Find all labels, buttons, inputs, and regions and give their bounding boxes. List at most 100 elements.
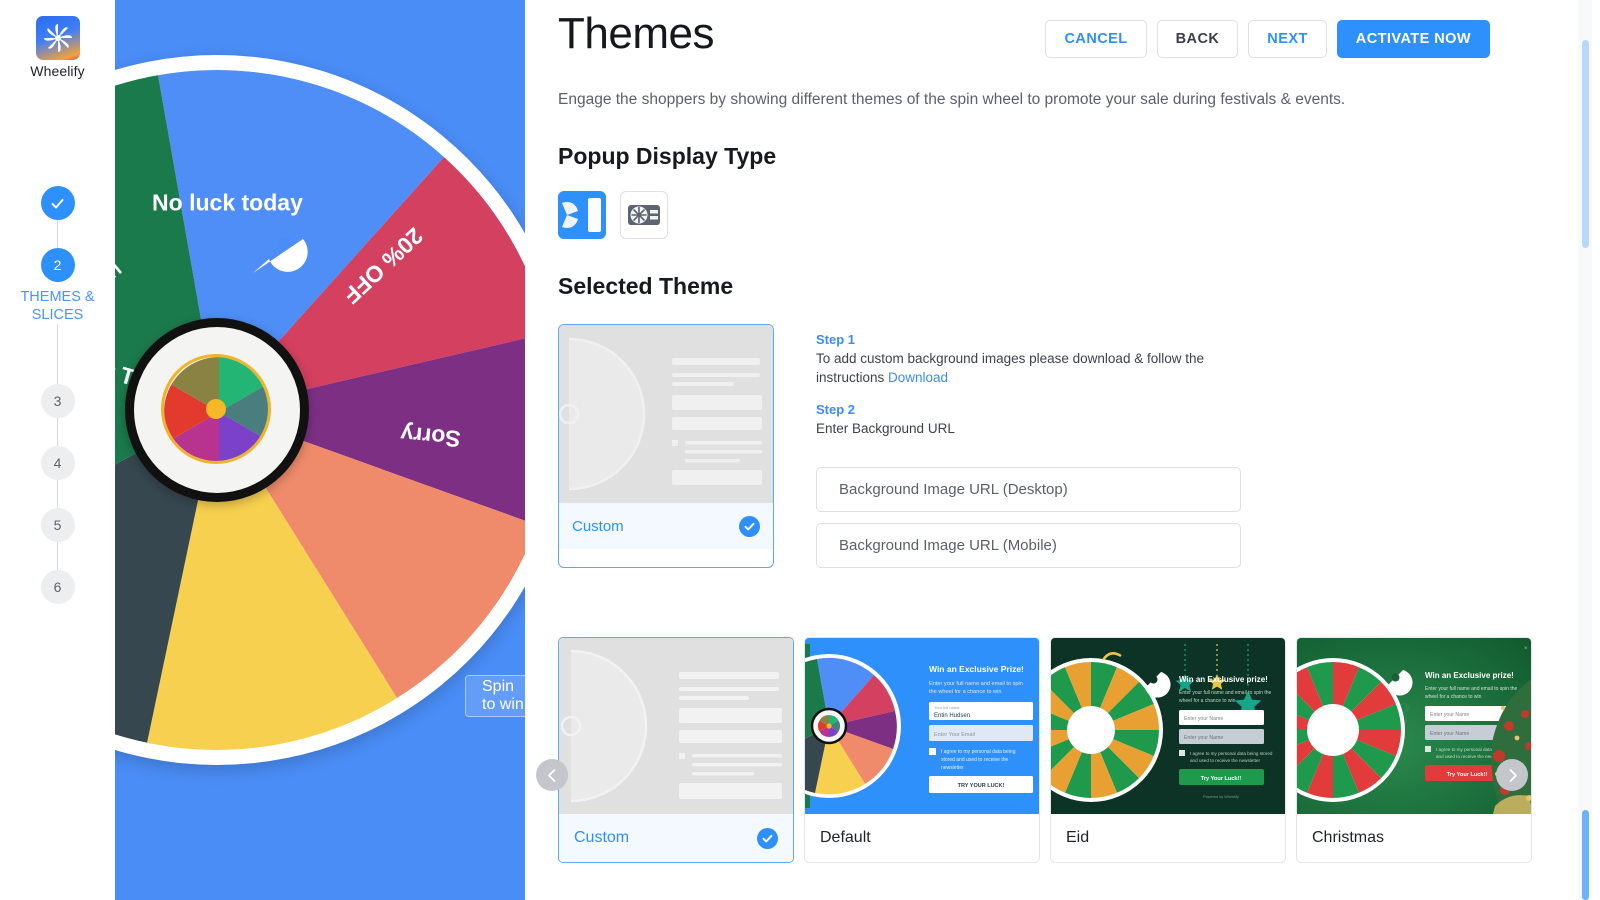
slice-label-4: Sorry xyxy=(399,421,461,452)
selected-theme-row: Custom Step 1 To add custom background i… xyxy=(558,324,1600,569)
wheel-pointer-icon xyxy=(247,217,309,279)
popup-display-type-title: Popup Display Type xyxy=(558,143,777,169)
stepper-step-1[interactable] xyxy=(40,186,75,220)
stepper-connector xyxy=(57,324,58,385)
header-actions: CANCEL BACK NEXT ACTIVATE NOW xyxy=(1045,6,1490,58)
svg-text:Powered by Wheelify: Powered by Wheelify xyxy=(1203,795,1239,799)
svg-text:Win an Exclusive prize!: Win an Exclusive prize! xyxy=(1179,675,1268,684)
svg-text:Enter your Name: Enter your Name xyxy=(1430,712,1469,718)
background-url-desktop-input[interactable] xyxy=(816,467,1241,513)
stepper-step-5[interactable]: 5 xyxy=(40,508,75,543)
carousel-card-label: Custom xyxy=(574,829,630,846)
carousel-card-default[interactable]: Win an Exclusive Prize! Enter your full … xyxy=(804,637,1040,863)
carousel-thumbnail-custom xyxy=(559,638,793,814)
svg-text:wheel for a chance to win: wheel for a chance to win xyxy=(1425,694,1482,700)
left-rail: Wheelify 2 THEMES & SLICES 3 4 5 6 xyxy=(0,0,115,900)
carousel-card-custom[interactable]: Custom xyxy=(558,637,794,863)
theme-card-footer: Custom xyxy=(559,503,773,549)
svg-text:Enter your full name and email: Enter your full name and email to spin t… xyxy=(1179,690,1271,696)
svg-text:Try Your Luck!!: Try Your Luck!! xyxy=(1447,772,1488,778)
carousel-card-footer: Christmas xyxy=(1297,814,1531,862)
main-content: Themes CANCEL BACK NEXT ACTIVATE NOW Eng… xyxy=(525,0,1600,900)
svg-text:TRY YOUR LUCK!: TRY YOUR LUCK! xyxy=(958,783,1005,789)
theme-thumbnail-custom xyxy=(559,325,773,503)
theme-card-label: Custom xyxy=(572,517,624,535)
spin-to-win-button[interactable]: Spin to win xyxy=(465,675,525,717)
carousel-card-footer: Eid xyxy=(1051,814,1285,862)
custom-theme-instructions: Step 1 To add custom background images p… xyxy=(816,324,1246,569)
background-url-inputs xyxy=(816,456,1246,569)
svg-text:Try Your Luck!!: Try Your Luck!! xyxy=(1201,776,1242,782)
carousel-card-christmas[interactable]: Me ist xyxy=(1296,637,1532,863)
spin-to-win-label: Spin to win xyxy=(482,678,524,713)
svg-text:and used to receive the newsle: and used to receive the newsletter xyxy=(1190,758,1260,763)
download-link[interactable]: Download xyxy=(888,370,948,385)
svg-text:stored and used to receive the: stored and used to receive the xyxy=(941,757,1008,763)
stepper-step-5-number: 5 xyxy=(53,517,62,534)
brand-name: Wheelify xyxy=(30,63,85,79)
stepper-step-6[interactable]: 6 xyxy=(40,570,75,605)
stepper-connector xyxy=(57,542,58,571)
wheel-hub-center-dot xyxy=(206,399,226,419)
chevron-right-icon[interactable] xyxy=(1496,759,1528,791)
carousel-card-label: Christmas xyxy=(1312,829,1385,846)
stepper-step-4-number: 4 xyxy=(53,455,62,472)
selected-theme-title: Selected Theme xyxy=(558,273,734,299)
svg-text:Enter your Name: Enter your Name xyxy=(1430,731,1469,737)
step-2-heading: Step 2 xyxy=(816,401,856,417)
step-1-body: To add custom background images please d… xyxy=(816,349,1246,388)
svg-text:wheel for a chance to win: wheel for a chance to win xyxy=(1179,698,1236,704)
chevron-left-icon[interactable] xyxy=(536,759,568,791)
themes-page: Wheelify 2 THEMES & SLICES 3 4 5 6 Next … xyxy=(0,0,1600,900)
svg-text:Win an Exclusive prize!: Win an Exclusive prize! xyxy=(1425,671,1514,680)
svg-text:Enter your Name: Enter your Name xyxy=(1184,735,1223,741)
svg-text:Enter Your Email: Enter Your Email xyxy=(934,732,975,738)
carousel-card-label: Eid xyxy=(1066,829,1090,846)
selected-theme-card-custom[interactable]: Custom xyxy=(558,324,774,569)
stepper-step-2[interactable]: 2 xyxy=(40,248,75,282)
step-1-heading: Step 1 xyxy=(816,332,856,347)
carousel-card-eid[interactable]: Win an Exclusive prize! Enter your full … xyxy=(1050,637,1286,863)
carousel-card-footer: Default xyxy=(805,814,1039,862)
next-button[interactable]: NEXT xyxy=(1248,20,1327,58)
wheel-outer-ring: Better Luck for Next Time! 10% OFF No lu… xyxy=(115,55,525,765)
stepper-connector xyxy=(57,220,58,248)
stepper-step-3[interactable]: 3 xyxy=(40,384,75,419)
cancel-button[interactable]: CANCEL xyxy=(1045,20,1147,58)
svg-text:Your full name: Your full name xyxy=(934,705,960,710)
svg-text:Entin Hudsen: Entin Hudsen xyxy=(934,713,970,719)
check-icon xyxy=(739,515,760,537)
stepper-connector xyxy=(57,480,58,509)
pinwheel-icon xyxy=(35,16,80,60)
svg-text:newsletter: newsletter xyxy=(941,765,964,771)
page-header: Themes CANCEL BACK NEXT ACTIVATE NOW xyxy=(558,0,1600,61)
stepper-step-4[interactable]: 4 xyxy=(40,446,75,481)
page-subtitle: Engage the shoppers by showing different… xyxy=(558,91,1346,108)
page-scrollbar-thumb-secondary[interactable] xyxy=(1582,810,1589,900)
wheel-card-icon[interactable] xyxy=(620,191,668,239)
brand-logo[interactable]: Wheelify xyxy=(0,16,115,79)
svg-text:I agree to my personal data be: I agree to my personal data being stored xyxy=(1190,751,1273,756)
background-url-mobile-input[interactable] xyxy=(816,523,1241,569)
step-2-body: Enter Background URL xyxy=(816,420,955,436)
svg-text:Enter your Name: Enter your Name xyxy=(1184,716,1223,722)
slice-label-2: No luck today xyxy=(152,189,303,215)
activate-now-button[interactable]: ACTIVATE NOW xyxy=(1336,20,1490,58)
carousel-thumbnail-default: Win an Exclusive Prize! Enter your full … xyxy=(805,638,1039,814)
stepper-step-3-number: 3 xyxy=(53,393,62,410)
stepper-step-6-number: 6 xyxy=(53,579,62,596)
popup-display-type-options xyxy=(558,191,1600,239)
wheel-hub xyxy=(125,318,309,502)
carousel-card-label: Default xyxy=(820,829,871,846)
page-scrollbar-thumb[interactable] xyxy=(1582,40,1589,248)
svg-text:Enter your full name and email: Enter your full name and email to spin xyxy=(929,681,1023,687)
theme-carousel: Custom Win an Exclusive Prize! Enter you… xyxy=(536,637,1578,863)
back-button[interactable]: BACK xyxy=(1156,20,1239,58)
svg-text:×: × xyxy=(1524,646,1528,652)
carousel-card-footer: Custom xyxy=(559,814,793,862)
page-title: Themes xyxy=(558,9,714,58)
half-wheel-panel-icon[interactable] xyxy=(558,191,606,239)
check-icon xyxy=(757,827,778,849)
svg-text:Enter your full name and email: Enter your full name and email to spin t… xyxy=(1425,686,1517,692)
stepper-connector xyxy=(57,418,58,447)
